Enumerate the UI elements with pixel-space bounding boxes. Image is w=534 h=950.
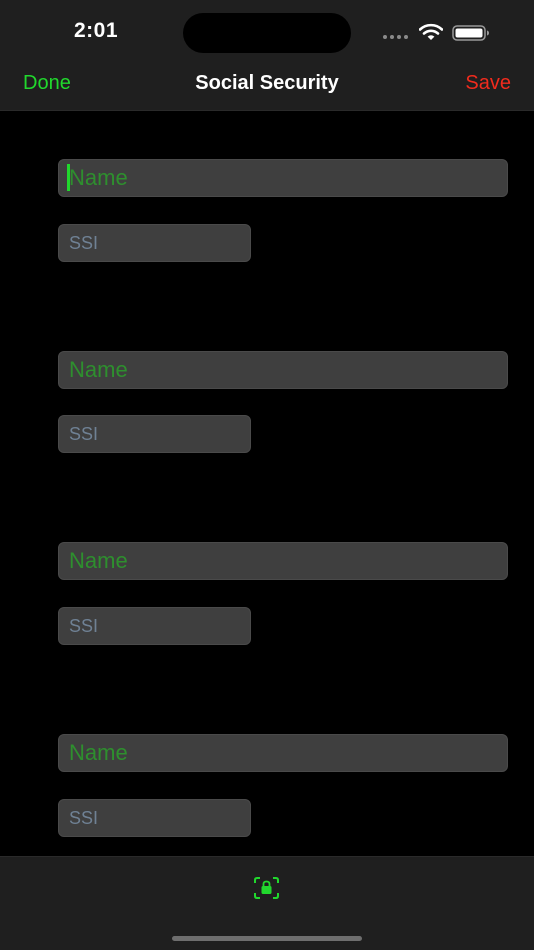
lock-icon[interactable] — [253, 876, 280, 900]
navigation-bar: Done Social Security Save — [0, 60, 534, 111]
name-field-2[interactable] — [58, 351, 508, 389]
ssi-field-1[interactable] — [58, 224, 251, 262]
status-bar: 2:01 — [0, 0, 534, 60]
bottom-toolbar — [0, 856, 534, 950]
text-cursor — [67, 164, 70, 191]
cellular-signal-icon — [383, 35, 409, 41]
name-field-1[interactable] — [58, 159, 508, 197]
name-field-4[interactable] — [58, 734, 508, 772]
home-indicator — [172, 936, 362, 941]
page-title: Social Security — [195, 72, 339, 94]
screen: 2:01 Done Social Security Save — [0, 0, 534, 950]
dynamic-island — [183, 13, 351, 53]
save-button[interactable]: Save — [465, 72, 511, 95]
name-field-3[interactable] — [58, 542, 508, 580]
battery-icon — [452, 25, 489, 41]
status-time: 2:01 — [74, 19, 119, 42]
wifi-icon — [419, 23, 443, 40]
ssi-field-3[interactable] — [58, 607, 251, 645]
ssi-field-2[interactable] — [58, 415, 251, 453]
ssi-field-4[interactable] — [58, 799, 251, 837]
